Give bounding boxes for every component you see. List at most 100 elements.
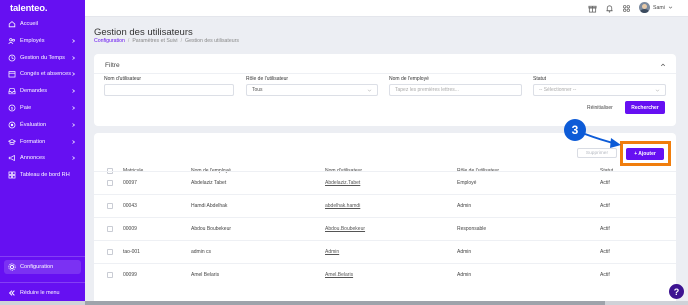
user-name[interactable]: Sami [653, 5, 665, 11]
row-checkbox[interactable] [107, 249, 113, 255]
chevron-right-icon [72, 72, 76, 76]
chevron-up-icon[interactable] [660, 62, 666, 68]
sidebar-item-employes[interactable]: Employés [0, 34, 85, 48]
sidebar-item-gestion-du-temps[interactable]: Gestion du Temps [0, 51, 85, 65]
reset-button[interactable]: Réinitialiser [587, 105, 613, 111]
role-select[interactable]: Tous [246, 84, 378, 96]
row-checkbox[interactable] [107, 180, 113, 186]
filter-title: Filtre [105, 62, 120, 69]
cell-status: Actif [600, 180, 610, 186]
cell-role: Employé [457, 180, 477, 186]
cell-username[interactable]: Abdou.Boubekeur [325, 226, 365, 232]
cell-employee-name: admin cs [191, 249, 212, 255]
sidebar-item-evaluation[interactable]: Évaluation [0, 118, 85, 132]
megaphone-icon [8, 154, 16, 162]
sidebar-item-configuration[interactable]: Configuration [4, 260, 81, 274]
horizontal-scrollbar[interactable] [0, 301, 688, 305]
scrollbar-thumb[interactable] [85, 301, 605, 305]
username-input[interactable] [104, 84, 234, 96]
row-checkbox[interactable] [107, 203, 113, 209]
sidebar-item-paie[interactable]: $ Paie [0, 101, 85, 115]
table-row[interactable]: tao-001 admin cs Admin Admin Actif [94, 240, 676, 263]
cell-username[interactable]: Admin [325, 249, 339, 255]
graduation-icon [8, 138, 16, 146]
cell-role: Admin [457, 272, 472, 278]
row-checkbox[interactable] [107, 226, 113, 232]
cell-matricule: 00099 [123, 272, 137, 278]
help-button[interactable]: ? [669, 284, 684, 299]
money-icon: $ [8, 104, 16, 112]
chevron-down-icon [367, 89, 372, 92]
chevron-right-icon [72, 123, 76, 127]
cell-employee-name: Hamdi Abdelhak [191, 203, 228, 209]
home-icon [8, 20, 16, 28]
breadcrumb-parametres[interactable]: Paramètres et Suivi [132, 38, 177, 44]
cell-employee-name: Abdou Boubekeur [191, 226, 232, 232]
cell-role: Responsable [457, 226, 487, 232]
chevron-right-icon [72, 56, 76, 60]
chevron-down-icon[interactable] [668, 5, 673, 10]
filter-panel: Filtre Nom d'utilisateur Rôle de l'utili… [94, 54, 676, 126]
users-table-panel: Supprimer + Ajouter Matricule Nom de l'e… [94, 133, 676, 305]
employee-placeholder: Tapez les premières lettres... [395, 87, 459, 93]
role-select-value: Tous [252, 87, 263, 93]
svg-text:$: $ [11, 106, 14, 111]
chevron-right-icon [72, 89, 76, 93]
double-chevron-left-icon [8, 290, 15, 296]
status-select-placeholder: -- Sélectionner -- [539, 87, 577, 93]
cell-username[interactable]: abdelhak.hamdi [325, 203, 360, 209]
cell-employee-name: Amel Belaris [191, 272, 220, 278]
bell-icon[interactable] [605, 4, 614, 13]
chevron-right-icon [72, 106, 76, 110]
sidebar-item-tableau-de-bord-rh[interactable]: Tableau de bord RH [0, 168, 85, 182]
search-button[interactable]: Rechercher [625, 101, 665, 114]
sidebar-item-annonces[interactable]: Annonces [0, 151, 85, 165]
collapse-menu-button[interactable]: Réduire le menu [0, 283, 85, 303]
employee-search-input[interactable]: Tapez les premières lettres... [389, 84, 522, 96]
avatar[interactable] [639, 2, 650, 13]
target-icon [8, 121, 16, 129]
cell-matricule: 00043 [123, 203, 137, 209]
table-row[interactable]: 00097 Abdelaziz Tabet Abdelaziz.Tabet Emplo… [94, 171, 676, 194]
cell-matricule: tao-001 [123, 249, 140, 255]
table-row[interactable]: 00099 Amel Belaris Amel.Belaris Admin Actif [94, 263, 676, 286]
cell-status: Actif [600, 203, 610, 209]
cell-status: Actif [600, 226, 610, 232]
sidebar-item-demandes[interactable]: Demandes [0, 84, 85, 98]
arrow-icon [584, 133, 621, 148]
table-row[interactable]: 00009 Abdou Boubekeur Abdou.Boubekeur Respo… [94, 217, 676, 240]
highlight-box [620, 141, 671, 166]
sidebar-item-label: Accueil [20, 21, 39, 27]
sidebar-item-conges-et-absences[interactable]: Congés et absences [0, 67, 85, 81]
dashboard-icon [8, 171, 16, 179]
divider [94, 73, 676, 74]
breadcrumb-current: Gestion des utilisateurs [185, 38, 239, 44]
collapse-menu-label: Réduire le menu [20, 290, 60, 296]
username-label: Nom d'utilisateur [104, 76, 142, 82]
role-label: Rôle de l'utilisateur [246, 76, 289, 82]
cell-matricule: 00097 [123, 180, 137, 186]
top-bar: Sami [85, 0, 688, 17]
sidebar-item-formation[interactable]: Formation [0, 135, 85, 149]
apps-grid-icon[interactable] [622, 4, 631, 13]
users-icon [8, 37, 16, 45]
status-label: Statut [533, 76, 547, 82]
employee-label: Nom de l'employé [389, 76, 429, 82]
sidebar-item-label: Configuration [20, 264, 54, 270]
cell-role: Admin [457, 203, 472, 209]
cell-status: Actif [600, 272, 610, 278]
chevron-down-icon [655, 89, 660, 92]
row-checkbox[interactable] [107, 272, 113, 278]
breadcrumb-configuration[interactable]: Configuration [94, 38, 125, 44]
cell-username[interactable]: Abdelaziz.Tabet [325, 180, 360, 186]
cell-username[interactable]: Amel.Belaris [325, 272, 353, 278]
status-select[interactable]: -- Sélectionner -- [533, 84, 666, 96]
gift-icon[interactable] [588, 4, 597, 13]
sidebar-item-accueil[interactable]: Accueil [0, 17, 85, 31]
sidebar-divider [0, 256, 85, 257]
inbox-icon [8, 87, 16, 95]
cell-matricule: 00009 [123, 226, 137, 232]
app-logo[interactable]: talenteo. [10, 3, 47, 14]
chevron-right-icon [72, 39, 76, 43]
table-row[interactable]: 00043 Hamdi Abdelhak abdelhak.hamdi Admin Ac… [94, 194, 676, 217]
